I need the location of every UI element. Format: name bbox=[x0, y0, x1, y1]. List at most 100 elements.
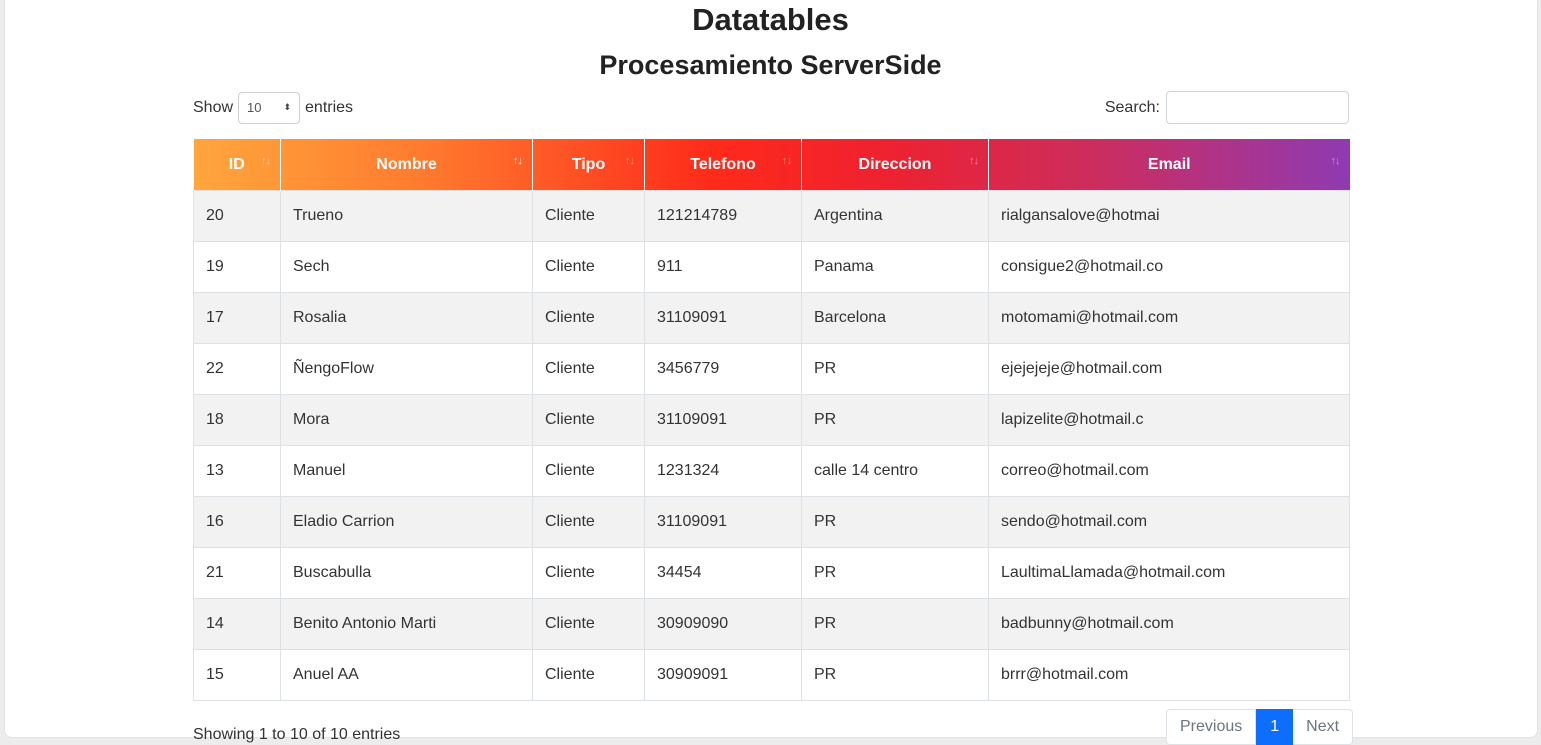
sort-arrows-icon: ↑↓ bbox=[513, 155, 523, 167]
cell-direccion: Argentina bbox=[801, 190, 989, 242]
cell-id: 16 bbox=[193, 496, 281, 548]
cell-nombre: Mora bbox=[280, 394, 533, 446]
column-header-telefono[interactable]: Telefono ↑↓ bbox=[644, 139, 802, 191]
cell-nombre: Sech bbox=[280, 241, 533, 293]
cell-email: LaultimaLlamada@hotmail.com bbox=[988, 547, 1350, 599]
column-header-nombre[interactable]: Nombre ↑↓ bbox=[280, 139, 533, 191]
column-header-id[interactable]: ID ↑↓ bbox=[193, 139, 281, 191]
cell-id: 15 bbox=[193, 649, 281, 701]
next-page-button[interactable]: Next bbox=[1293, 709, 1354, 745]
cell-id: 19 bbox=[193, 241, 281, 293]
cell-tipo: Cliente bbox=[532, 445, 645, 497]
cell-tipo: Cliente bbox=[532, 598, 645, 650]
cell-direccion: PR bbox=[801, 394, 989, 446]
length-prefix-label: Show bbox=[193, 98, 234, 116]
table-row[interactable]: 13 Manuel Cliente 1231324 calle 14 centro cor… bbox=[193, 445, 1350, 497]
cell-telefono: 1231324 bbox=[644, 445, 802, 497]
sort-arrows-icon: ↑↓ bbox=[969, 155, 979, 167]
cell-email: lapizelite@hotmail.c bbox=[988, 394, 1350, 446]
sort-arrows-icon: ↑↓ bbox=[782, 155, 792, 167]
cell-direccion: PR bbox=[801, 343, 989, 395]
cell-nombre: Trueno bbox=[280, 190, 533, 242]
cell-nombre: Rosalia bbox=[280, 292, 533, 344]
column-header-email[interactable]: Email ↑↓ bbox=[989, 139, 1350, 191]
cell-email: rialgansalove@hotmai bbox=[988, 190, 1350, 242]
table-row[interactable]: 18 Mora Cliente 31109091 PR lapizelite@hotmai… bbox=[193, 394, 1350, 446]
cell-id: 22 bbox=[193, 343, 281, 395]
table-row[interactable]: 14 Benito Antonio Marti Cliente 30909090 PR b… bbox=[193, 598, 1350, 650]
previous-page-button[interactable]: Previous bbox=[1166, 709, 1257, 745]
column-header-label: Tipo bbox=[571, 155, 606, 173]
entries-length-control: Show 10 ⬍ entries bbox=[193, 91, 353, 124]
table-row[interactable]: 15 Anuel AA Cliente 30909091 PR brrr@hotmail.… bbox=[193, 649, 1350, 701]
cell-id: 18 bbox=[193, 394, 281, 446]
cell-tipo: Cliente bbox=[532, 343, 645, 395]
cell-tipo: Cliente bbox=[532, 547, 645, 599]
column-header-direccion[interactable]: Direccion ↑↓ bbox=[801, 139, 989, 191]
cell-nombre: Manuel bbox=[280, 445, 533, 497]
cell-direccion: Panama bbox=[801, 241, 989, 293]
cell-telefono: 31109091 bbox=[644, 394, 802, 446]
table-row[interactable]: 16 Eladio Carrion Cliente 31109091 PR sendo@h… bbox=[193, 496, 1350, 548]
cell-email: brrr@hotmail.com bbox=[988, 649, 1350, 701]
search-label: Search: bbox=[1104, 98, 1160, 116]
cell-nombre: Eladio Carrion bbox=[280, 496, 533, 548]
cell-tipo: Cliente bbox=[532, 496, 645, 548]
cell-telefono: 31109091 bbox=[644, 292, 802, 344]
sort-arrows-icon: ↑↓ bbox=[625, 155, 635, 167]
cell-direccion: PR bbox=[801, 547, 989, 599]
search-input[interactable] bbox=[1166, 91, 1349, 124]
cell-telefono: 31109091 bbox=[644, 496, 802, 548]
cell-email: badbunny@hotmail.com bbox=[988, 598, 1350, 650]
cell-tipo: Cliente bbox=[532, 649, 645, 701]
column-header-label: Telefono bbox=[690, 155, 756, 173]
entries-per-page-value: 10 bbox=[247, 100, 262, 115]
table-row[interactable]: 19 Sech Cliente 911 Panama consigue2@hotmail.… bbox=[193, 241, 1350, 293]
table-row[interactable]: 22 ÑengoFlow Cliente 3456779 PR ejejejeje@hot… bbox=[193, 343, 1350, 395]
entries-per-page-select[interactable]: 10 ⬍ bbox=[238, 91, 301, 124]
cell-nombre: ÑengoFlow bbox=[280, 343, 533, 395]
cell-tipo: Cliente bbox=[532, 292, 645, 344]
cell-email: motomami@hotmail.com bbox=[988, 292, 1350, 344]
cell-email: correo@hotmail.com bbox=[988, 445, 1350, 497]
cell-email: ejejejeje@hotmail.com bbox=[988, 343, 1350, 395]
cell-telefono: 34454 bbox=[644, 547, 802, 599]
search-control: Search: bbox=[1105, 91, 1349, 124]
column-header-label: ID bbox=[228, 155, 245, 173]
cell-nombre: Anuel AA bbox=[280, 649, 533, 701]
sort-arrows-icon: ↑↓ bbox=[261, 155, 271, 167]
table-row[interactable]: 17 Rosalia Cliente 31109091 Barcelona motomam… bbox=[193, 292, 1350, 344]
column-header-label: Direccion bbox=[858, 155, 932, 173]
cell-telefono: 3456779 bbox=[644, 343, 802, 395]
cell-id: 14 bbox=[193, 598, 281, 650]
sort-arrows-icon: ↑↓ bbox=[1330, 155, 1341, 167]
column-header-label: Nombre bbox=[376, 155, 437, 173]
cell-direccion: calle 14 centro bbox=[801, 445, 989, 497]
table-row[interactable]: 20 Trueno Cliente 121214789 Argentina rialgan… bbox=[193, 190, 1350, 242]
up-down-caret-icon: ⬍ bbox=[283, 102, 292, 112]
cell-tipo: Cliente bbox=[532, 190, 645, 242]
cell-telefono: 121214789 bbox=[644, 190, 802, 242]
table-info: Showing 1 to 10 of 10 entries bbox=[193, 726, 401, 743]
cell-id: 13 bbox=[193, 445, 281, 497]
cell-telefono: 911 bbox=[644, 241, 802, 293]
page-1-button[interactable]: 1 bbox=[1256, 709, 1294, 745]
cell-direccion: PR bbox=[801, 496, 989, 548]
cell-direccion: PR bbox=[801, 598, 989, 650]
cell-email: sendo@hotmail.com bbox=[988, 496, 1350, 548]
cell-direccion: Barcelona bbox=[801, 292, 989, 344]
length-suffix-label: entries bbox=[305, 98, 354, 116]
cell-id: 21 bbox=[193, 547, 281, 599]
column-header-label: Email bbox=[1147, 155, 1191, 173]
pagination: Previous 1 Next bbox=[1166, 709, 1354, 745]
column-header-tipo[interactable]: Tipo ↑↓ bbox=[532, 139, 645, 191]
table-row[interactable]: 21 Buscabulla Cliente 34454 PR LaultimaLlamad… bbox=[193, 547, 1350, 599]
cell-nombre: Buscabulla bbox=[280, 547, 533, 599]
cell-id: 17 bbox=[193, 292, 281, 344]
table-body: 20 Trueno Cliente 121214789 Argentina rialgan… bbox=[193, 190, 1350, 701]
cell-nombre: Benito Antonio Marti bbox=[280, 598, 533, 650]
cell-direccion: PR bbox=[801, 649, 989, 701]
cell-tipo: Cliente bbox=[532, 394, 645, 446]
cell-tipo: Cliente bbox=[532, 241, 645, 293]
page-title: Datatables bbox=[692, 2, 849, 37]
